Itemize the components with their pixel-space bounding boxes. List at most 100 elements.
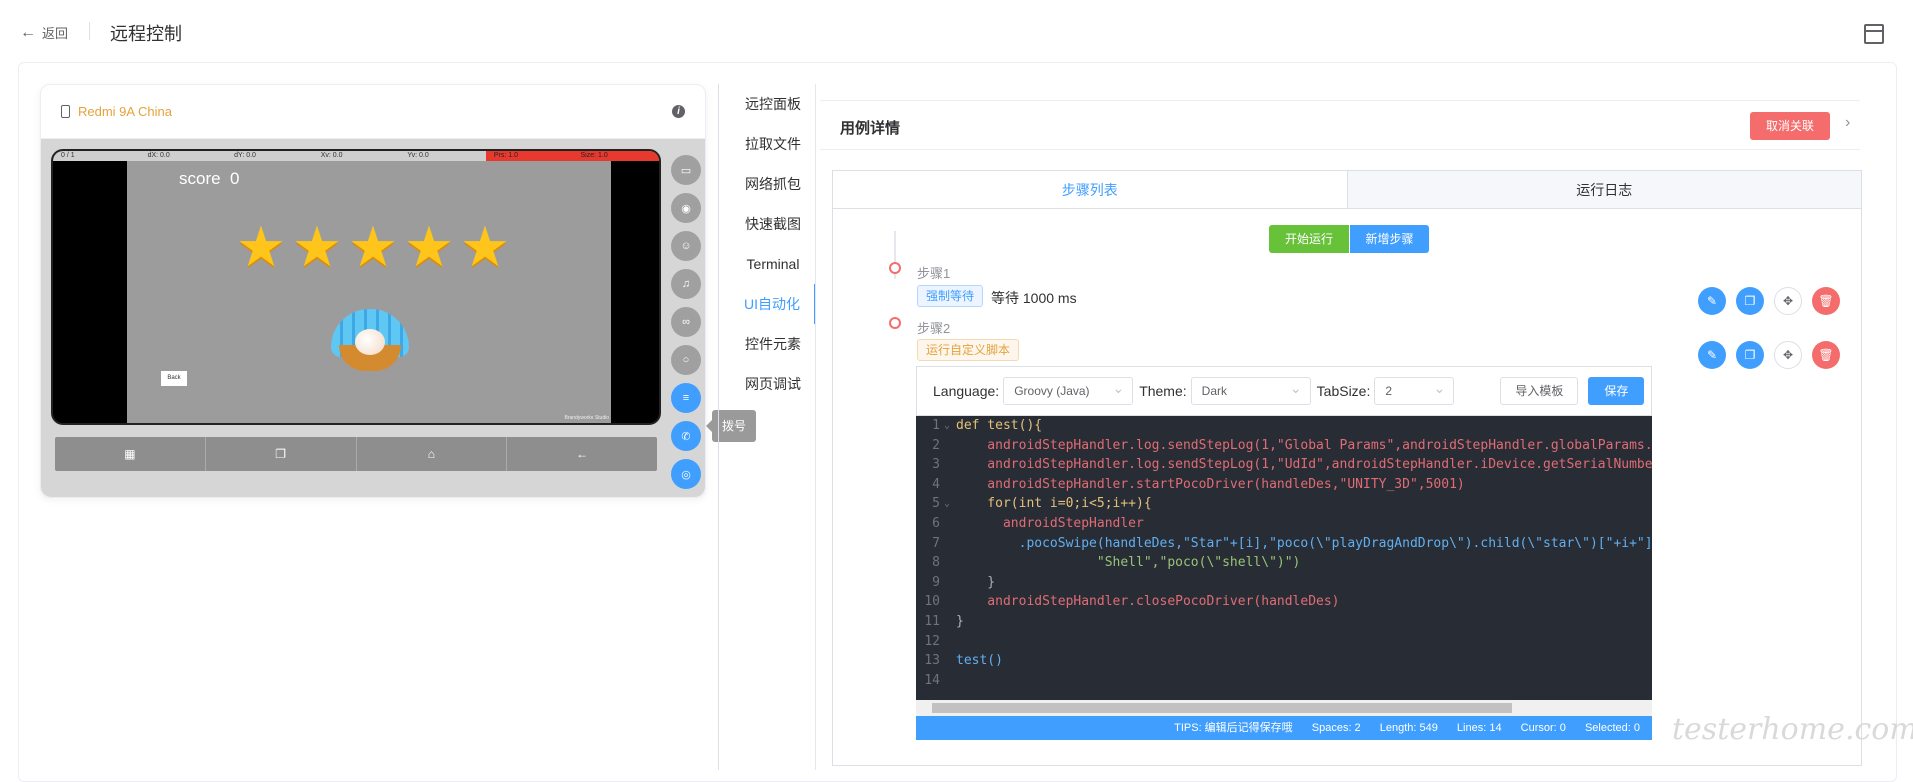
- tabsize-select[interactable]: 2: [1374, 375, 1455, 405]
- status-lines: Lines: 14: [1456, 722, 1502, 734]
- back-arrow-icon: ←: [576, 447, 589, 461]
- back-label: 返回: [42, 26, 69, 41]
- add-step-button[interactable]: 新增步骤: [1349, 225, 1429, 253]
- recents-icon: ❐: [275, 447, 286, 461]
- device-body: 0 / 1 dX: 0.0 dY: 0.0 Xv: 0.0 Yv: 0.0 Pr…: [41, 139, 705, 497]
- device-name: Redmi 9A China: [78, 104, 172, 119]
- copy-icon[interactable]: ❐: [1736, 341, 1764, 369]
- timeline-dot: [889, 317, 901, 329]
- recents-key-button[interactable]: ❐: [206, 437, 357, 471]
- delete-icon[interactable]: 🗑: [1812, 341, 1840, 369]
- step-type-tag: 运行自定义脚本: [917, 339, 1020, 361]
- tab-pull-file[interactable]: 拉取文件: [730, 124, 816, 164]
- tab-web-debug[interactable]: 网页调试: [730, 364, 816, 404]
- menu-key-button[interactable]: ▦: [55, 437, 206, 471]
- star-icon[interactable]: ★: [459, 219, 511, 275]
- drag-icon[interactable]: ✥: [1774, 287, 1802, 315]
- settings-icon[interactable]: ≡: [671, 383, 701, 413]
- save-button[interactable]: 保存: [1588, 377, 1645, 405]
- code-line: "Shell","poco(\"shell\")"): [956, 555, 1301, 571]
- step-content: 等待 1000 ms: [991, 290, 1077, 306]
- code-line: androidStepHandler: [956, 515, 1144, 531]
- status-selected: Selected: 0: [1584, 722, 1640, 734]
- chevron-right-icon[interactable]: ›: [1845, 114, 1850, 132]
- star-icon[interactable]: ★: [291, 219, 343, 275]
- back-button[interactable]: ← 返回: [20, 23, 68, 42]
- side-tabs: 远控面板 拉取文件 网络抓包 快速截图 Terminal UI自动化 控件元素 …: [730, 84, 816, 404]
- video-icon[interactable]: ▭: [671, 155, 701, 185]
- fold-icon[interactable]: ⌄: [944, 494, 956, 514]
- delete-icon[interactable]: 🗑: [1812, 287, 1840, 315]
- step-row-actions: ✎ ❐ ✥ 🗑: [1698, 341, 1840, 369]
- unlink-button[interactable]: 取消关联: [1750, 112, 1830, 140]
- score-value: 0: [230, 169, 240, 188]
- tabs-divider: [815, 84, 816, 770]
- tab-network-capture[interactable]: 网络抓包: [730, 164, 816, 204]
- layout-icon[interactable]: [1864, 24, 1884, 44]
- status-spaces: Spaces: 2: [1311, 722, 1361, 734]
- run-button[interactable]: 开始运行: [1269, 225, 1349, 253]
- game-view[interactable]: score 0 ★ ★ ★ ★ ★ Back Brandyworks Studi…: [127, 161, 611, 423]
- status-yv: Yv: 0.0: [407, 152, 429, 159]
- scrollbar-thumb[interactable]: [932, 703, 1512, 713]
- search-icon[interactable]: ○: [671, 345, 701, 375]
- tab-terminal[interactable]: Terminal: [730, 244, 816, 284]
- star-icon[interactable]: ★: [403, 219, 455, 275]
- copy-icon[interactable]: ❐: [1736, 287, 1764, 315]
- code-line: for(int i=0;i<5;i++){: [956, 496, 1152, 512]
- edit-icon[interactable]: ✎: [1698, 341, 1726, 369]
- status-length: Length: 549: [1379, 722, 1438, 734]
- code-line: androidStepHandler.startPocoDriver(handl…: [956, 476, 1465, 492]
- editor-statusbar: TIPS: 编辑后记得保存哦 Spaces: 2 Length: 549 Lin…: [916, 716, 1652, 740]
- import-template-button[interactable]: 导入模板: [1500, 377, 1579, 405]
- eye-icon[interactable]: ◉: [671, 193, 701, 223]
- camera-icon[interactable]: ◎: [671, 459, 701, 489]
- step-type-tag: 强制等待: [917, 285, 984, 307]
- status-pointer: 0 / 1: [61, 152, 75, 159]
- drag-icon[interactable]: ✥: [1774, 341, 1802, 369]
- pearl-icon: [355, 329, 385, 355]
- step-actions-group: 开始运行 新增步骤: [1269, 225, 1429, 253]
- code-editor[interactable]: 1 ⌄ def test(){ 2 androidStepHandler.log.s…: [916, 416, 1652, 700]
- tab-controls[interactable]: 控件元素: [730, 324, 816, 364]
- user-icon[interactable]: ☺: [671, 231, 701, 261]
- horizontal-scrollbar[interactable]: [916, 700, 1652, 716]
- code-line: }: [956, 613, 964, 629]
- star-icon[interactable]: ★: [347, 219, 399, 275]
- fold-icon[interactable]: ⌄: [944, 416, 956, 436]
- tab-step-list[interactable]: 步骤列表: [833, 171, 1348, 208]
- device-screen[interactable]: 0 / 1 dX: 0.0 dY: 0.0 Xv: 0.0 Yv: 0.0 Pr…: [51, 149, 661, 425]
- code-line: .pocoSwipe(handleDes,"Star"+[i],"poco(\"…: [956, 535, 1652, 551]
- phone-icon: [61, 105, 70, 118]
- status-size: Size: 1.0: [572, 151, 659, 161]
- site-watermark: testerhome.com: [1672, 712, 1913, 747]
- language-select[interactable]: Groovy (Java): [1003, 375, 1134, 405]
- score-label: score: [179, 169, 221, 188]
- info-icon[interactable]: i: [672, 105, 685, 118]
- device-navbar: ▦ ❐ ⌂ ←: [55, 437, 657, 471]
- shell-icon[interactable]: [331, 309, 409, 371]
- game-back-button[interactable]: Back: [161, 371, 187, 386]
- step-label: 步骤1: [917, 266, 951, 281]
- step-row-actions: ✎ ❐ ✥ 🗑: [1698, 287, 1840, 315]
- status-prs: Prs: 1.0: [485, 151, 573, 161]
- device-panel: Redmi 9A China i 0 / 1 dX: 0.0 dY: 0.0 X…: [40, 84, 706, 498]
- back-key-button[interactable]: ←: [507, 437, 657, 471]
- status-cursor: Cursor: 0: [1520, 722, 1566, 734]
- headset-icon[interactable]: ♫: [671, 269, 701, 299]
- tab-ui-automation[interactable]: UI自动化: [730, 284, 816, 324]
- tab-remote-panel[interactable]: 远控面板: [730, 84, 816, 124]
- editor-toolbar: Language: Groovy (Java) Theme: Dark TabS…: [916, 366, 1652, 416]
- link-icon[interactable]: ∞: [671, 307, 701, 337]
- code-line: androidStepHandler.log.sendStepLog(1,"Gl…: [956, 437, 1652, 453]
- star-icon[interactable]: ★: [235, 219, 287, 275]
- theme-select[interactable]: Dark: [1190, 375, 1311, 405]
- status-tips: TIPS: 编辑后记得保存哦: [1174, 722, 1293, 734]
- edit-icon[interactable]: ✎: [1698, 287, 1726, 315]
- tab-screenshot[interactable]: 快速截图: [730, 204, 816, 244]
- top-bar: ← 返回 远程控制: [0, 0, 1913, 62]
- phone-call-icon[interactable]: ✆: [671, 421, 701, 451]
- home-key-button[interactable]: ⌂: [357, 437, 508, 471]
- language-label: Language:: [933, 383, 1000, 399]
- tab-run-log[interactable]: 运行日志: [1347, 171, 1861, 208]
